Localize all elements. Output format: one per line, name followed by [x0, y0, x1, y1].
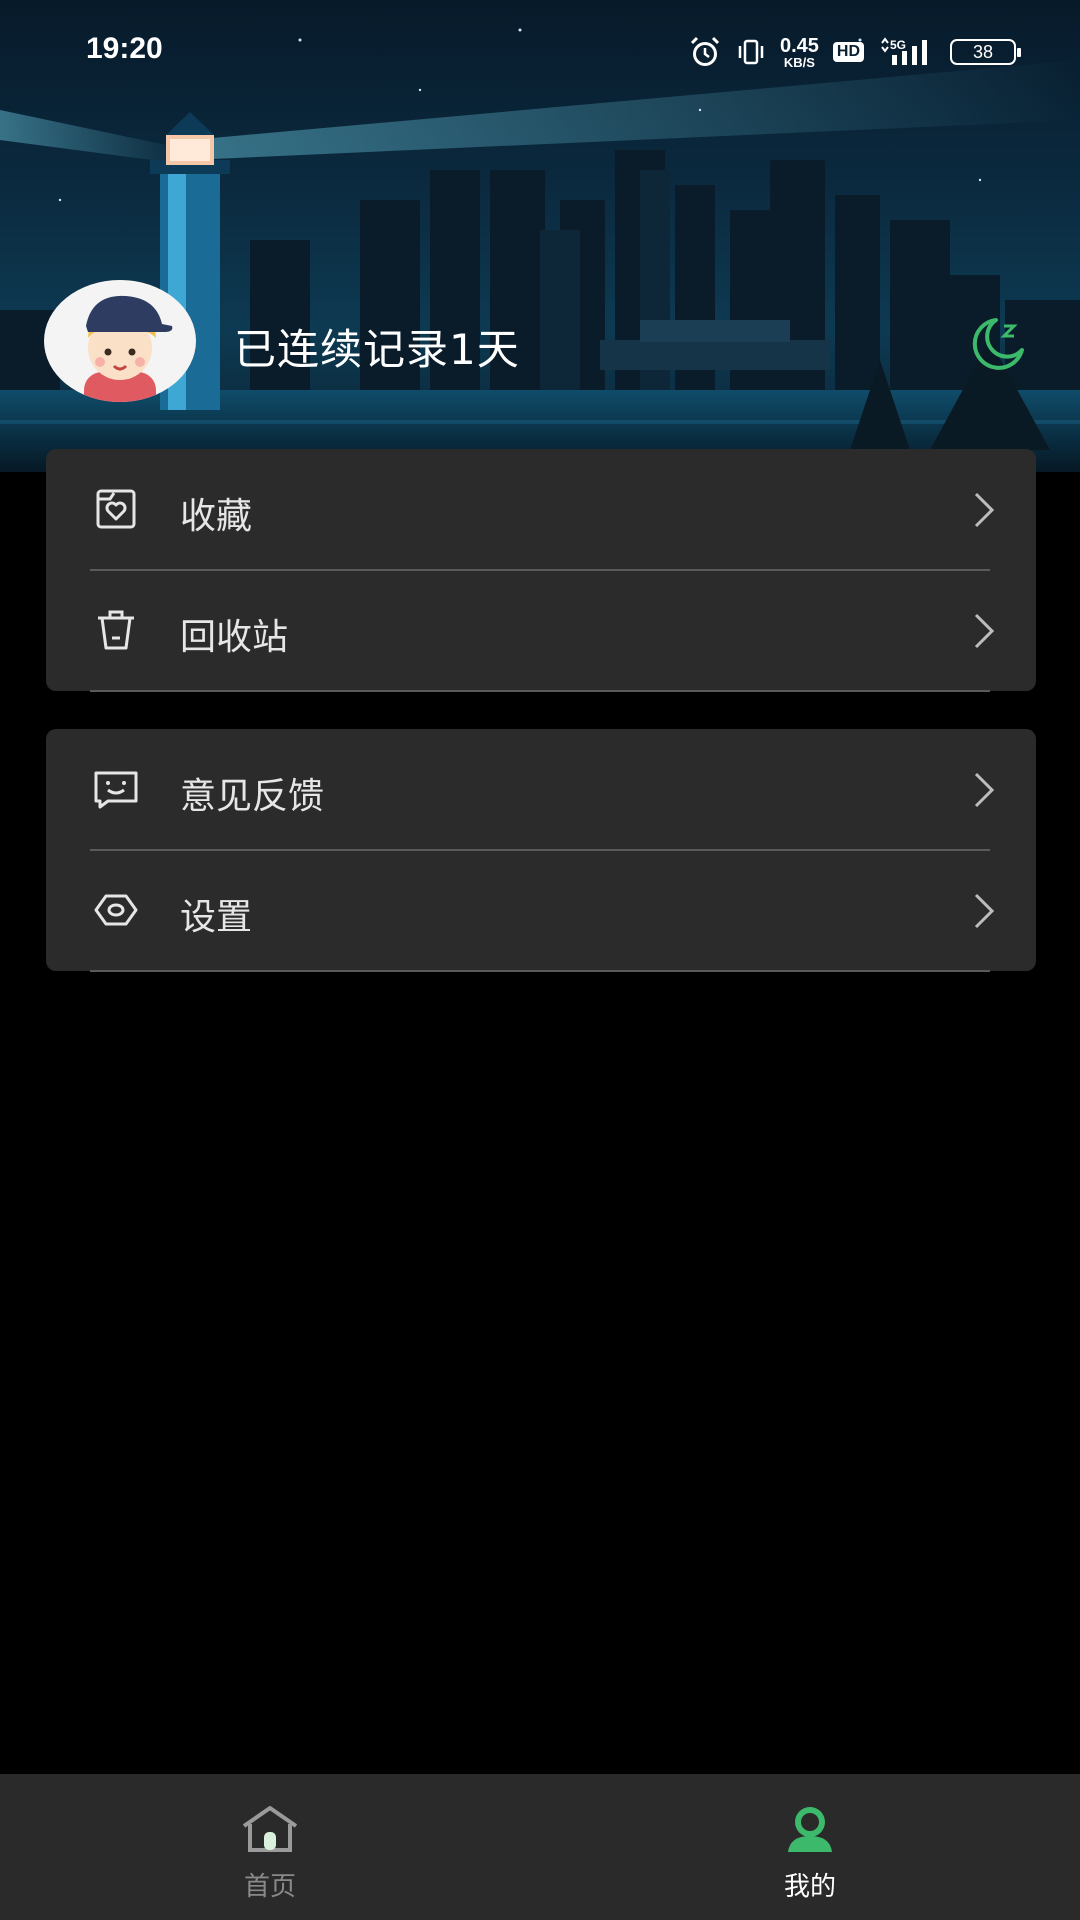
avatar[interactable]: [44, 280, 196, 402]
favorites-icon: [96, 489, 136, 529]
feedback-icon: [94, 771, 138, 809]
nav-label-mine: 我的: [783, 1872, 836, 1902]
hd-badge: HD: [832, 42, 864, 62]
bottom-nav: 首页 我的: [0, 1774, 1080, 1920]
signal-5g-icon: 5G: [881, 37, 927, 65]
avatar-boy-icon: [84, 295, 173, 402]
status-bar: 19:20 0.45 KB/S HD 5G 38: [0, 0, 1080, 104]
profile-header: 19:20 0.45 KB/S HD 5G 38 已连续记录1天: [0, 0, 1080, 472]
chevron-right-icon: [974, 893, 995, 929]
menu-item-settings[interactable]: 设置: [46, 850, 1036, 971]
menu-item-favorites[interactable]: 收藏: [46, 449, 1036, 570]
menu-card-1: 收藏 回收站: [46, 449, 1036, 692]
vibrate-icon: [738, 39, 764, 65]
menu-card-2: 意见反馈 设置: [46, 729, 1036, 972]
streak-text: 已连续记录1天: [234, 325, 520, 374]
nav-home[interactable]: 首页: [170, 1774, 370, 1920]
svg-text:5G: 5G: [890, 38, 906, 52]
menu-item-trash[interactable]: 回收站: [46, 570, 1036, 691]
chevron-right-icon: [974, 613, 995, 649]
nav-mine[interactable]: 我的: [710, 1774, 910, 1920]
battery-indicator: 38: [950, 39, 1021, 65]
home-icon: [242, 1806, 298, 1852]
menu-item-feedback[interactable]: 意见反馈: [46, 729, 1036, 850]
moon-icon[interactable]: [966, 314, 1028, 370]
settings-icon: [94, 894, 138, 926]
trash-icon: [98, 610, 134, 650]
user-icon: [788, 1807, 832, 1852]
status-time: 19:20: [86, 32, 163, 65]
nav-label-home: 首页: [243, 1872, 296, 1902]
menu-label-favorites: 收藏: [180, 496, 253, 537]
chevron-right-icon: [974, 772, 995, 808]
divider: [90, 690, 990, 692]
menu-label-feedback: 意见反馈: [180, 776, 325, 817]
alarm-icon: [690, 36, 720, 66]
menu-label-trash: 回收站: [180, 617, 289, 658]
chevron-right-icon: [974, 492, 995, 528]
divider: [90, 970, 990, 972]
net-speed: 0.45 KB/S: [779, 34, 819, 70]
status-icons: 0.45 KB/S HD 5G 38: [688, 32, 1021, 72]
menu-label-settings: 设置: [180, 897, 253, 938]
